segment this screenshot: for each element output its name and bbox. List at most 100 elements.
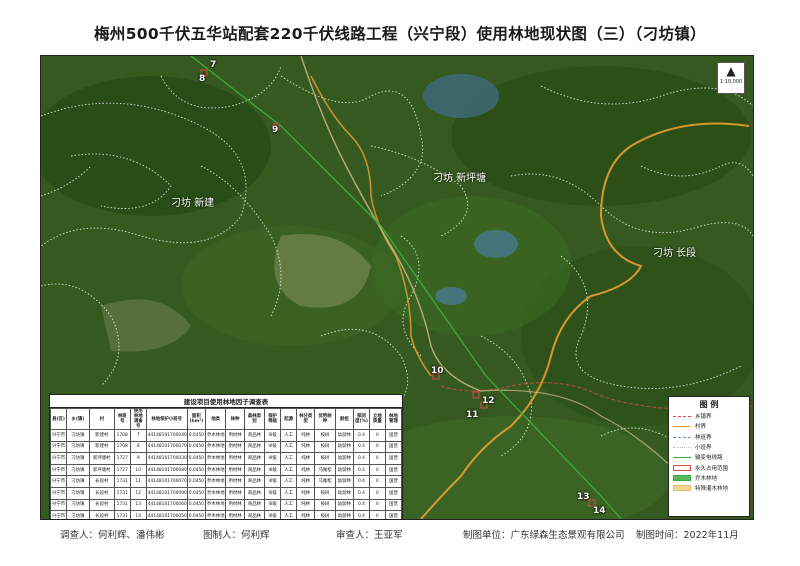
footer-surveyor: 调查人：何利辉、潘伟彬	[60, 530, 165, 541]
survey-cell: 纯林	[296, 429, 316, 442]
legend-symbol	[673, 485, 691, 492]
footer-reviewer: 审查人：王亚军	[336, 530, 403, 541]
survey-cell: 0.4	[353, 463, 370, 477]
tower-marker-12[interactable]: 12	[482, 396, 495, 406]
survey-cell: 人工	[280, 486, 298, 500]
legend-item: 特殊灌木林地	[669, 483, 749, 493]
survey-cell: 商品林	[243, 475, 266, 488]
survey-cell: 国营	[384, 452, 403, 465]
survey-cell: 长段村	[88, 475, 115, 488]
survey-header: 地类	[204, 408, 227, 430]
legend-label: 输变电线路	[695, 455, 723, 462]
survey-cell: 兴宁市	[50, 510, 67, 519]
north-arrow-icon: ▲	[726, 64, 736, 78]
survey-cell: 441481017000800	[145, 463, 188, 477]
survey-cell: III级	[264, 486, 282, 500]
survey-cell: 0.4	[353, 429, 370, 442]
survey-cell: 桉树	[314, 486, 336, 500]
tower-marker-13[interactable]: 13	[577, 492, 590, 502]
survey-cell: 12	[129, 486, 147, 500]
survey-header: 立地质量	[368, 408, 386, 430]
survey-cell: 长段村	[88, 486, 115, 500]
survey-cell: 乔木林地	[204, 498, 227, 512]
survey-header: 林地保护小班号	[145, 408, 188, 430]
legend-label: 乡镇界	[695, 414, 712, 421]
survey-cell: 新建村	[88, 429, 115, 442]
survey-cell: II	[368, 463, 386, 477]
survey-header: 森林类别	[243, 408, 266, 430]
survey-cell: 国营	[384, 486, 403, 500]
survey-row: 兴宁市 刁坊镇 新建村 1708 8 441481017000700 0.0450 乔木林地用…	[50, 440, 403, 454]
survey-cell: 9	[129, 452, 147, 465]
survey-cell: II	[368, 429, 386, 442]
legend-item: 乔木林地	[669, 473, 749, 483]
survey-header: 林班号	[113, 408, 131, 430]
survey-cell: 纯林	[296, 452, 316, 465]
survey-cell: 乔木林地	[204, 475, 227, 488]
survey-cell: 纯林	[296, 486, 316, 500]
survey-cell: 刁坊镇	[65, 429, 90, 442]
legend-item: 村界	[669, 421, 749, 431]
tower-marker-11[interactable]: 11	[466, 410, 479, 420]
survey-cell: III级	[264, 452, 282, 465]
survey-cell: 441481017000400500	[145, 429, 188, 442]
survey-cell: 长段村	[88, 498, 115, 512]
survey-cell: II	[368, 440, 386, 454]
survey-cell: 国营	[384, 463, 403, 477]
survey-cell: 441481017000700	[145, 440, 188, 454]
survey-cell: 乔木林地	[204, 486, 227, 500]
survey-cell: 国营	[384, 475, 403, 488]
survey-cell: 幼龄林	[334, 429, 355, 442]
survey-cell: 乔木林地	[204, 440, 227, 454]
survey-header: 林分类型	[296, 408, 316, 430]
survey-row: 兴宁市 刁坊镇 新坪塘村 1727 9 441481017000300 0.0450 乔木林地…	[50, 452, 403, 465]
survey-cell: 兴宁市	[50, 440, 67, 454]
survey-header: 村	[88, 408, 115, 430]
survey-cell: 马尾松	[314, 475, 336, 488]
survey-cell: III级	[264, 429, 282, 442]
tower-marker-10[interactable]: 10	[431, 366, 444, 376]
survey-cell: 兴宁市	[50, 463, 67, 477]
survey-cell: 商品林	[243, 452, 266, 465]
survey-cell: 14	[129, 510, 147, 519]
survey-cell: 用材林	[225, 440, 245, 454]
tower-marker-9[interactable]: 9	[272, 125, 278, 135]
survey-row: 兴宁市刁坊镇新建村170874414810170004005000.0450乔木…	[50, 429, 403, 442]
survey-header: 保护等级	[264, 408, 282, 430]
survey-row: 兴宁市 刁坊镇 长段村 1731 12 441481017000900 0.0450 乔木林地…	[50, 486, 403, 500]
tower-marker-8[interactable]: 8	[199, 74, 205, 84]
map-frame[interactable]: ▲ 1:10,000 刁坊 新建 刁坊 新坪塘 刁坊 长段 7 8 9 10 1…	[40, 55, 754, 520]
survey-cell: 441481017000500	[145, 510, 188, 519]
survey-cell: 商品林	[243, 440, 266, 454]
survey-cell: 新坪塘村	[88, 463, 115, 477]
survey-cell: 441481017000900	[145, 486, 188, 500]
survey-caption: 建设项目使用林地因子调查表	[50, 395, 402, 408]
survey-cell: 幼龄林	[334, 463, 355, 477]
survey-cell: 0.0450	[186, 452, 206, 465]
survey-cell: II	[368, 510, 386, 519]
survey-cell: 0.4	[353, 440, 370, 454]
survey-cell: 乔木林地	[204, 463, 227, 477]
tower-marker-14[interactable]: 14	[593, 506, 606, 516]
legend-item: 输变电线路	[669, 452, 749, 462]
survey-header: 林地管理	[384, 408, 403, 430]
survey-header: 乡(镇)	[65, 408, 90, 430]
survey-cell: 桉树	[314, 510, 336, 519]
survey-cell: 幼龄林	[334, 486, 355, 500]
survey-cell: 幼龄林	[334, 475, 355, 488]
legend-symbol	[673, 413, 691, 419]
survey-cell: 13	[129, 498, 147, 512]
survey-cell: 幼龄林	[334, 452, 355, 465]
footer: 调查人：何利辉、潘伟彬 图制人：何利辉 审查人：王亚军 制图单位：广东绿森生态景…	[0, 527, 800, 541]
legend-title: 图 例	[699, 400, 719, 409]
tower-marker-7[interactable]: 7	[210, 60, 216, 70]
survey-cell: 10	[129, 463, 147, 477]
legend-item: 乡镇界	[669, 411, 749, 421]
survey-cell: 1727	[113, 463, 131, 477]
survey-cell: 商品林	[243, 463, 266, 477]
survey-cell: 8	[129, 440, 147, 454]
survey-cell: 441481017000600	[145, 498, 188, 512]
survey-cell: III级	[264, 475, 282, 488]
survey-cell: 纯林	[296, 440, 316, 454]
survey-cell: 兴宁市	[50, 475, 67, 488]
